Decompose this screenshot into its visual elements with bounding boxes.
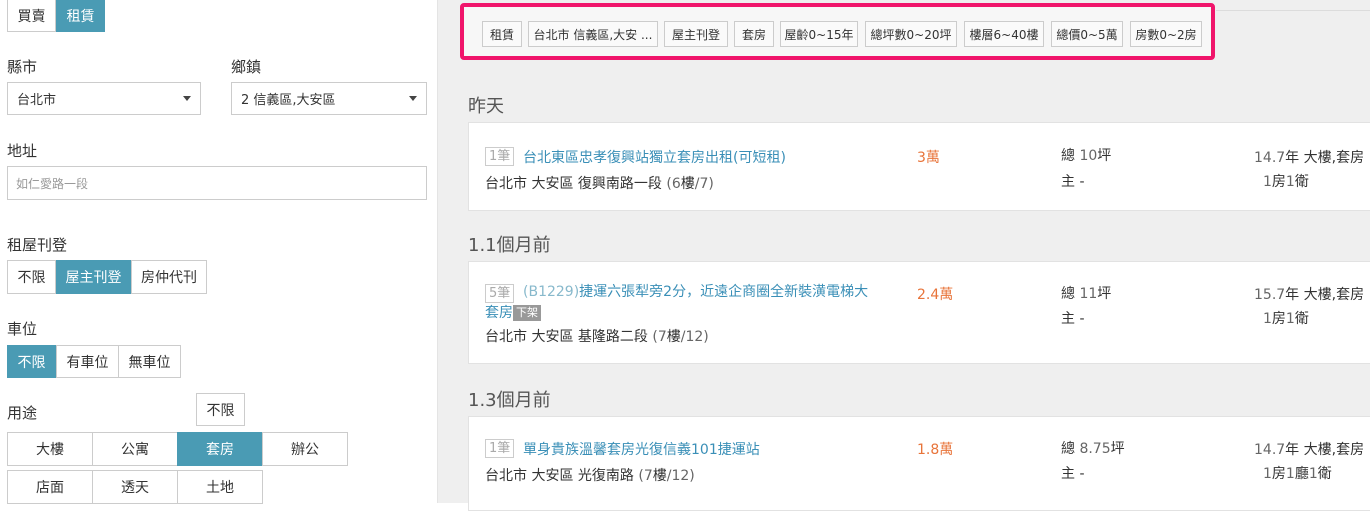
usage-label: 用途: [7, 404, 38, 422]
county-select[interactable]: 台北市: [7, 82, 201, 115]
address-placeholder: 如仁愛路一段: [16, 176, 89, 191]
posting-agent-button[interactable]: 房仲代刊: [131, 260, 207, 294]
address-label: 地址: [7, 142, 38, 160]
posting-any-button[interactable]: 不限: [7, 260, 56, 294]
listing-count-badge: 5筆: [485, 284, 515, 303]
listing-owner: 主 -: [1061, 466, 1085, 482]
listing-count-badge: 1筆: [485, 147, 515, 166]
parking-label: 車位: [7, 320, 38, 338]
posting-label: 租屋刊登: [7, 236, 68, 254]
listing-price: 3萬: [917, 150, 940, 166]
parking-no-button[interactable]: 無車位: [118, 345, 181, 378]
listing-price: 1.8萬: [917, 442, 954, 458]
chevron-down-icon: [183, 96, 191, 101]
usage-land-button[interactable]: 土地: [177, 470, 263, 504]
listing-price: 2.4萬: [917, 287, 954, 303]
listing-area: 總 10坪: [1061, 148, 1112, 164]
listing-address: 台北市 大安區 復興南路一段 (6樓/7): [485, 176, 714, 192]
usage-shop-button[interactable]: 店面: [7, 470, 93, 504]
usage-office-button[interactable]: 辦公: [262, 432, 348, 466]
listing-layout: 1房1廳1衛: [1263, 466, 1332, 482]
divider: [1216, 10, 1370, 11]
active-filters-bar: 租賃 台北市 信義區,大安 ... 屋主刊登 套房 屋齡0~15年 總坪數0~2…: [460, 3, 1215, 60]
filter-chip[interactable]: 屋齡0~15年: [780, 21, 858, 47]
county-label: 縣市: [7, 58, 38, 76]
listing-layout: 1房1衛: [1263, 311, 1309, 327]
section-heading: 1.1個月前: [468, 235, 551, 256]
usage-any-button[interactable]: 不限: [196, 393, 245, 426]
township-label: 鄉鎮: [231, 58, 262, 76]
filter-chip[interactable]: 套房: [734, 21, 774, 47]
county-select-value: 台北市: [17, 93, 57, 108]
listing-age-type: 15.7年 大樓,套房: [1254, 287, 1365, 303]
listing-card[interactable]: 1筆 單身貴族溫馨套房光復信義101捷運站 1.8萬 總 8.75坪 14.7年…: [468, 416, 1370, 511]
listing-card[interactable]: 1筆 台北東區忠孝復興站獨立套房出租(可短租) 3萬 總 10坪 14.7年 大…: [468, 122, 1370, 211]
delisted-tag: 下架: [513, 305, 541, 321]
listing-title-link[interactable]: (B1229)捷運六張犁旁2分，近遠企商圈全新裝潢電梯大: [523, 284, 893, 301]
township-select-value: 2 信義區,大安區: [241, 93, 336, 108]
listing-owner: 主 -: [1061, 174, 1085, 190]
chevron-down-icon: [409, 96, 417, 101]
listing-address: 台北市 大安區 光復南路 (7樓/12): [485, 468, 695, 484]
filter-chip[interactable]: 總坪數0~20坪: [865, 21, 957, 47]
listing-count-badge: 1筆: [485, 439, 515, 458]
listing-area: 總 11坪: [1061, 286, 1112, 302]
township-select[interactable]: 2 信義區,大安區: [231, 82, 427, 115]
section-heading: 昨天: [468, 96, 504, 117]
filter-chip[interactable]: 樓層6~40樓: [964, 21, 1044, 47]
section-heading: 1.3個月前: [468, 390, 551, 411]
filter-chip[interactable]: 屋主刊登: [664, 21, 728, 47]
mode-tab-rent[interactable]: 租賃: [56, 0, 105, 32]
filter-chip[interactable]: 房數0~2房: [1130, 21, 1202, 47]
filter-sidebar: 買賣 租賃 縣市 鄉鎮 台北市 2 信義區,大安區 地址 如仁愛路一段 租屋刊登…: [0, 0, 438, 504]
filter-chip[interactable]: 台北市 信義區,大安 ...: [528, 21, 658, 47]
usage-apartment-button[interactable]: 公寓: [92, 432, 178, 466]
listing-address: 台北市 大安區 基隆路二段 (7樓/12): [485, 329, 709, 345]
listing-card[interactable]: 5筆 (B1229)捷運六張犁旁2分，近遠企商圈全新裝潢電梯大 套房 下架 2.4…: [468, 261, 1370, 364]
listing-age-type: 14.7年 大樓,套房: [1254, 150, 1365, 166]
usage-studio-button[interactable]: 套房: [177, 432, 263, 466]
listing-layout: 1房1衛: [1263, 174, 1309, 190]
address-input[interactable]: 如仁愛路一段: [7, 166, 427, 200]
filter-chip[interactable]: 總價0~5萬: [1051, 21, 1123, 47]
listing-title-link[interactable]: 單身貴族溫馨套房光復信義101捷運站: [523, 439, 760, 459]
listing-owner: 主 -: [1061, 311, 1085, 327]
listing-area: 總 8.75坪: [1061, 441, 1125, 457]
posting-owner-button[interactable]: 屋主刊登: [56, 260, 131, 294]
usage-townhouse-button[interactable]: 透天: [92, 470, 178, 504]
filter-chip[interactable]: 租賃: [482, 21, 522, 47]
parking-yes-button[interactable]: 有車位: [56, 345, 119, 378]
listing-age-type: 14.7年 大樓,套房: [1254, 442, 1365, 458]
parking-any-button[interactable]: 不限: [7, 345, 56, 378]
listing-title-link[interactable]: 台北東區忠孝復興站獨立套房出租(可短租): [523, 147, 786, 167]
mode-tab-buy[interactable]: 買賣: [7, 0, 56, 32]
listing-title-link-line2[interactable]: 套房 下架: [485, 302, 541, 322]
usage-building-button[interactable]: 大樓: [7, 432, 93, 466]
results-panel: 租賃 台北市 信義區,大安 ... 屋主刊登 套房 屋齡0~15年 總坪數0~2…: [438, 0, 1370, 511]
